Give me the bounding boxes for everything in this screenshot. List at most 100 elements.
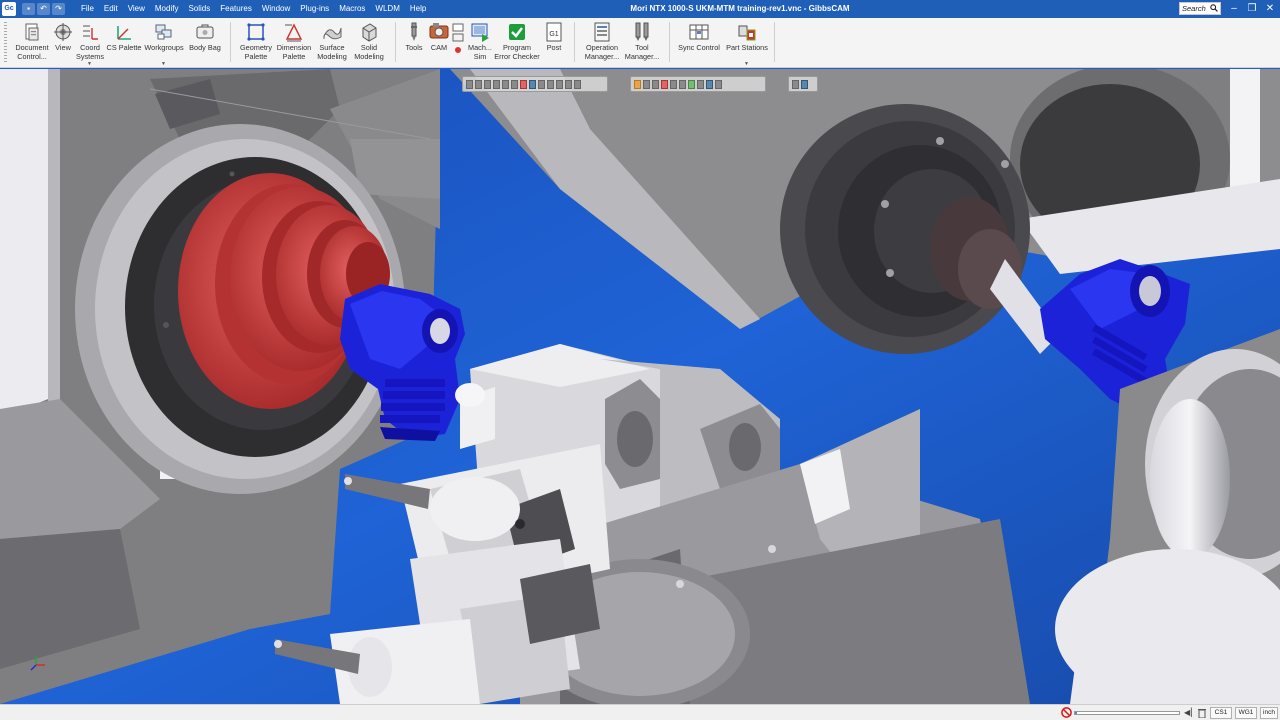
view-toolbar-3[interactable] (788, 76, 818, 92)
layers-icon[interactable] (679, 79, 686, 89)
view-fit-icon[interactable] (538, 79, 545, 89)
cs-palette-icon (117, 26, 131, 40)
view-icon (54, 23, 72, 41)
menu-file[interactable]: File (76, 0, 99, 18)
view-bottom-icon[interactable] (493, 79, 500, 89)
minimize-button[interactable]: – (1225, 0, 1243, 18)
dimension-palette-button[interactable]: Dimension Palette (276, 20, 312, 66)
workgroups-icon (155, 24, 172, 40)
ribbon-gripper[interactable] (4, 22, 7, 62)
chevron-down-icon[interactable]: ▼ (87, 61, 92, 67)
view-front-icon[interactable] (466, 79, 473, 89)
view-toolbar-2[interactable] (630, 76, 766, 92)
workgroup-field[interactable]: WG1 (1235, 707, 1257, 719)
chevron-down-icon[interactable]: ▼ (744, 61, 749, 67)
ribbon-toolbar: Document Control... View Coord Systems ▼… (0, 18, 1280, 68)
document-control-button[interactable]: Document Control... (14, 20, 50, 66)
program-error-checker-button[interactable]: Program Error Checker (494, 20, 540, 66)
color-icon[interactable] (688, 79, 695, 89)
hidden-line-icon[interactable] (652, 79, 659, 89)
dimension-palette-icon (285, 23, 303, 42)
menu-plug-ins[interactable]: Plug-ins (295, 0, 334, 18)
search-icon[interactable] (1210, 4, 1218, 12)
shade-icon[interactable] (634, 79, 641, 89)
cs-palette-button[interactable]: CS Palette (106, 20, 142, 66)
progress-bar (1074, 711, 1180, 715)
ribbon-separator (230, 22, 231, 62)
post-button[interactable]: G1 Post (542, 20, 566, 66)
view-left-icon[interactable] (502, 79, 509, 89)
wireframe-icon[interactable] (643, 79, 650, 89)
view-back-icon[interactable] (475, 79, 482, 89)
menu-modify[interactable]: Modify (150, 0, 184, 18)
render-icon[interactable] (661, 79, 668, 89)
tools-icon (411, 22, 417, 41)
coord-systems-button[interactable]: Coord Systems ▼ (76, 20, 104, 67)
menu-macros[interactable]: Macros (334, 0, 370, 18)
body-bag-button[interactable]: Body Bag (188, 20, 222, 66)
tool-manager-icon (635, 22, 649, 41)
search-placeholder: Search (1182, 4, 1206, 13)
solid-modeling-button[interactable]: Solid Modeling (352, 20, 386, 66)
redo-icon[interactable]: ↷ (52, 3, 65, 15)
menu-help[interactable]: Help (405, 0, 431, 18)
operation-manager-button[interactable]: Operation Manager... (582, 20, 622, 66)
step-back-icon[interactable]: ◀ (1184, 707, 1190, 719)
search-input[interactable]: Search (1179, 2, 1221, 15)
trash-icon[interactable] (1198, 708, 1206, 718)
operation-manager-icon (594, 22, 610, 42)
lighting-icon[interactable] (697, 79, 704, 89)
stop-icon[interactable] (1061, 707, 1072, 718)
help-icon[interactable] (801, 79, 808, 89)
surface-modeling-button[interactable]: Surface Modeling (314, 20, 350, 66)
menu-features[interactable]: Features (215, 0, 257, 18)
part-stations-icon (738, 25, 756, 41)
menu-solids[interactable]: Solids (183, 0, 215, 18)
view-grid-icon[interactable] (574, 79, 581, 89)
view-top-icon[interactable] (484, 79, 491, 89)
cam-button[interactable]: CAM (428, 20, 450, 66)
geometry-palette-button[interactable]: Geometry Palette (238, 20, 274, 66)
undo-icon[interactable]: ↶ (37, 3, 50, 15)
step-end-icon[interactable]: ▏ (1191, 707, 1197, 719)
machine-sim-icon (471, 23, 489, 42)
view-zoom-icon[interactable] (547, 79, 554, 89)
part-stations-button[interactable]: Part Stations ▼ (724, 20, 770, 67)
close-button[interactable]: ✕ (1261, 0, 1279, 18)
gibbscam-logo[interactable]: Gc (2, 2, 16, 16)
view-pan-icon[interactable] (556, 79, 563, 89)
sync-control-button[interactable]: Sync Control (676, 20, 722, 66)
view-dimetric-icon[interactable] (529, 79, 536, 89)
post-icon: G1 (546, 22, 562, 42)
workgroups-button[interactable]: Workgroups ▼ (143, 20, 185, 67)
chevron-down-icon[interactable]: ▼ (161, 61, 166, 67)
axis-triad-icon (30, 656, 45, 671)
view-rotate-icon[interactable] (565, 79, 572, 89)
units-field[interactable]: inch (1260, 707, 1278, 719)
coord-systems-icon (83, 25, 98, 40)
mach-sim-button[interactable]: Mach... Sim (466, 20, 494, 66)
view-iso-icon[interactable] (520, 79, 527, 89)
menu-window[interactable]: Window (257, 0, 295, 18)
menu-view[interactable]: View (123, 0, 150, 18)
save-icon[interactable]: ▪ (22, 3, 35, 15)
menu-edit[interactable]: Edit (99, 0, 123, 18)
sync-control-icon (689, 24, 709, 40)
3d-viewport[interactable] (0, 69, 1280, 704)
machine-simulation-scene (0, 69, 1280, 704)
section-icon[interactable] (670, 79, 677, 89)
restore-button[interactable]: ❐ (1243, 0, 1261, 18)
surface-modeling-icon (323, 27, 342, 40)
display-icon[interactable] (706, 79, 713, 89)
view-button[interactable]: View (52, 20, 74, 66)
tool-manager-button[interactable]: Tool Manager... (624, 20, 660, 66)
view-toolbar-1[interactable] (462, 76, 608, 92)
tools-button[interactable]: Tools (402, 20, 426, 66)
document-control-icon (25, 23, 39, 41)
ribbon-separator (669, 22, 670, 62)
menu-wldm[interactable]: WLDM (370, 0, 404, 18)
coordinate-system-field[interactable]: CS1 (1210, 707, 1232, 719)
expand-icon[interactable] (792, 79, 799, 89)
view-right-icon[interactable] (511, 79, 518, 89)
more-icon[interactable] (715, 79, 722, 89)
